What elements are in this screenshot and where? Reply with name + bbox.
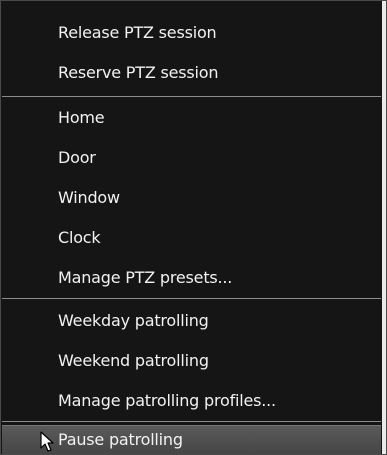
menu-item-label: Pause patrolling: [58, 430, 183, 449]
menu-item-label: Reserve PTZ session: [58, 63, 219, 82]
menu-item-label: Weekend patrolling: [58, 351, 209, 370]
menu-item-label: Release PTZ session: [58, 23, 217, 42]
menu-item-release-ptz-session[interactable]: Release PTZ session: [2, 13, 381, 53]
menu-item-label: Home: [58, 108, 105, 127]
menu-separator: [2, 96, 381, 97]
context-menu: Release PTZ session Reserve PTZ session …: [0, 0, 387, 455]
menu-item-home[interactable]: Home: [2, 98, 381, 138]
menu-item-weekday-patrolling[interactable]: Weekday patrolling: [2, 301, 381, 341]
menu-right-edge: [382, 1, 386, 454]
menu-item-label: Door: [58, 148, 96, 167]
menu-separator: [2, 298, 381, 299]
menu-item-weekend-patrolling[interactable]: Weekend patrolling: [2, 341, 381, 381]
menu-item-manage-patrolling-profiles[interactable]: Manage patrolling profiles...: [2, 381, 381, 421]
menu-item-door[interactable]: Door: [2, 138, 381, 178]
menu-item-label: Manage patrolling profiles...: [58, 391, 276, 410]
menu-item-reserve-ptz-session[interactable]: Reserve PTZ session: [2, 53, 381, 93]
menu-separator: [2, 421, 381, 422]
menu-item-window[interactable]: Window: [2, 178, 381, 218]
arrow-cursor-icon: [40, 431, 54, 452]
menu-item-label: Weekday patrolling: [58, 311, 209, 330]
menu-item-label: Window: [58, 188, 120, 207]
menu-item-label: Manage PTZ presets...: [58, 268, 233, 287]
menu-item-manage-ptz-presets[interactable]: Manage PTZ presets...: [2, 258, 381, 298]
menu-item-label: Clock: [58, 228, 101, 247]
menu-item-pause-patrolling[interactable]: Pause patrolling: [2, 425, 381, 454]
menu-item-clock[interactable]: Clock: [2, 218, 381, 258]
